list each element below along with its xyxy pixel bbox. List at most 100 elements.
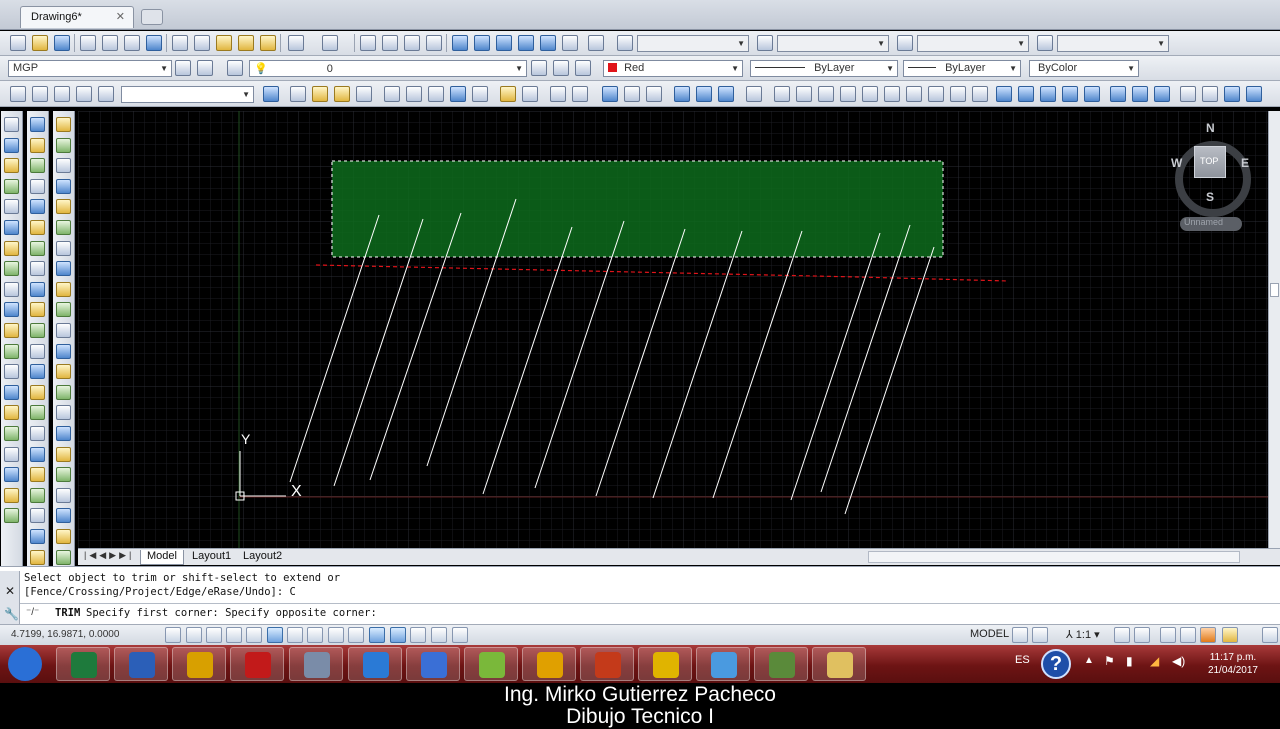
erase-icon[interactable] [30, 117, 45, 132]
annotation-scale[interactable]: ⅄ 1:1 ▾ [1066, 628, 1100, 641]
cut-icon[interactable] [172, 35, 188, 51]
wedge-icon[interactable] [646, 86, 662, 102]
3d-osnap-icon[interactable] [287, 627, 303, 643]
explode-icon[interactable] [334, 86, 350, 102]
taskbar-autocad-button[interactable] [230, 647, 284, 681]
gradient-icon[interactable] [4, 426, 19, 441]
cone-icon[interactable] [796, 86, 812, 102]
zoom-previous-icon[interactable] [426, 35, 442, 51]
print-preview-icon[interactable] [102, 35, 118, 51]
autoscale-icon[interactable] [1134, 627, 1150, 643]
battery-icon[interactable]: ▮ [1126, 654, 1133, 668]
orbit-icon[interactable] [54, 86, 70, 102]
workspace-dropdown[interactable]: MGP ▼ [8, 60, 172, 77]
jogged-linear-icon[interactable] [56, 446, 71, 462]
arc-length-icon[interactable] [56, 158, 71, 174]
planar-surface-icon[interactable] [884, 86, 900, 102]
extrude-icon[interactable] [674, 86, 690, 102]
make-block-icon[interactable] [4, 364, 19, 380]
layout-nav-arrows[interactable]: |◀◀▶▶| [84, 550, 134, 561]
sphere-icon[interactable] [624, 86, 640, 102]
aligned-dim-icon[interactable] [56, 137, 71, 153]
layer-states-icon[interactable] [575, 60, 591, 76]
compass-south[interactable]: S [1206, 190, 1214, 204]
pan-icon[interactable] [360, 35, 376, 51]
text-icon[interactable] [56, 549, 71, 565]
horizontal-scrollbar[interactable] [868, 551, 1240, 563]
annotation-visibility-icon[interactable] [1114, 627, 1130, 643]
tolerance-icon[interactable] [56, 384, 71, 400]
3d-dwf-icon[interactable] [146, 35, 162, 51]
loft-icon[interactable] [746, 86, 762, 102]
render-icon[interactable] [1180, 86, 1196, 102]
vertical-scroll-thumb[interactable] [1270, 283, 1279, 297]
center-mark-icon[interactable] [56, 405, 71, 421]
dim-edit-icon[interactable] [56, 467, 71, 483]
slice-icon[interactable] [950, 86, 966, 102]
document-tab[interactable]: Drawing6* ✕ [20, 6, 134, 28]
clean-screen-icon[interactable] [1262, 627, 1278, 643]
array-icon[interactable] [30, 199, 45, 215]
pan-hand-icon[interactable] [10, 86, 26, 102]
mesh-icon[interactable] [928, 86, 944, 102]
help-question-icon[interactable]: ? [1041, 649, 1071, 679]
explode-icon[interactable] [30, 467, 45, 483]
taskbar-start-orb-button[interactable] [2, 647, 56, 681]
layer-dropdown[interactable]: 💡 0 ▼ [249, 60, 527, 77]
taskbar-app-video-button[interactable] [696, 647, 750, 681]
blend-icon[interactable] [30, 446, 45, 462]
make-block-icon[interactable] [406, 86, 422, 102]
zoom-window-icon[interactable] [404, 35, 420, 51]
ucs-menu-button[interactable]: Unnamed [1180, 217, 1242, 231]
3d-box-icon[interactable] [602, 86, 618, 102]
circle-icon[interactable] [4, 240, 19, 256]
make-current-layer-icon[interactable] [531, 60, 547, 76]
insert-block-icon[interactable] [384, 86, 400, 102]
taskbar-app-plant-button[interactable] [754, 647, 808, 681]
jogged-icon[interactable] [56, 220, 71, 235]
fillet-icon[interactable] [30, 426, 45, 441]
section-plane-icon[interactable] [972, 86, 988, 102]
hatch-tool-icon[interactable] [450, 86, 466, 102]
dim-space-icon[interactable] [56, 343, 71, 359]
command-input-row[interactable]: ⁻/⁻ TRIM Specify first corner: Specify o… [20, 603, 1280, 623]
color-dropdown[interactable]: Red ▼ [603, 60, 743, 77]
rotate-icon[interactable] [30, 240, 45, 256]
hardware-acceleration-icon[interactable] [1200, 627, 1216, 643]
taskbar-app-chrome-canary-button[interactable] [522, 647, 576, 681]
dynamic-ucs-icon[interactable] [328, 627, 344, 643]
polysolid-icon[interactable] [840, 86, 856, 102]
dim-style-dropdown[interactable]: ▼ [777, 35, 889, 52]
tab-model[interactable]: Model [140, 550, 184, 565]
match-properties-icon[interactable] [260, 35, 276, 51]
stretch-icon[interactable] [30, 281, 45, 297]
join-icon[interactable] [30, 384, 45, 400]
snap-mode-icon[interactable] [186, 627, 202, 643]
taskbar-app-blue-button[interactable] [406, 647, 460, 681]
sweep-icon[interactable] [718, 86, 734, 102]
lineweight-dropdown[interactable]: ByLayer ▼ [903, 60, 1021, 77]
quick-view-layouts-icon[interactable] [1012, 627, 1028, 643]
imprint-icon[interactable] [1062, 86, 1078, 102]
dim-text-edit-icon[interactable] [56, 487, 71, 503]
trim-icon[interactable] [30, 302, 45, 318]
spline-icon[interactable] [4, 281, 19, 297]
point-icon[interactable] [428, 86, 444, 102]
vertical-scrollbar[interactable] [1268, 111, 1280, 548]
paste-icon[interactable] [216, 35, 232, 51]
insert-block-icon[interactable] [4, 343, 19, 359]
copy-object-icon[interactable] [30, 137, 45, 153]
markup-icon[interactable] [540, 35, 556, 51]
table-style-dropdown[interactable]: ▼ [917, 35, 1029, 52]
erase-icon[interactable] [312, 86, 328, 102]
taskbar-chrome-button[interactable] [638, 647, 692, 681]
revolve-icon[interactable] [696, 86, 712, 102]
realistic-style-icon[interactable] [1132, 86, 1148, 102]
quick-dim-icon[interactable] [56, 281, 71, 297]
scale-icon[interactable] [30, 261, 45, 277]
region-icon[interactable] [263, 86, 279, 102]
multileader-style-dropdown[interactable]: ▼ [1057, 35, 1169, 52]
quick-properties-icon[interactable] [410, 627, 426, 643]
tab-layout1[interactable]: Layout1 [186, 550, 237, 565]
command-line-handle[interactable]: ✕ 🔧 [0, 571, 20, 625]
